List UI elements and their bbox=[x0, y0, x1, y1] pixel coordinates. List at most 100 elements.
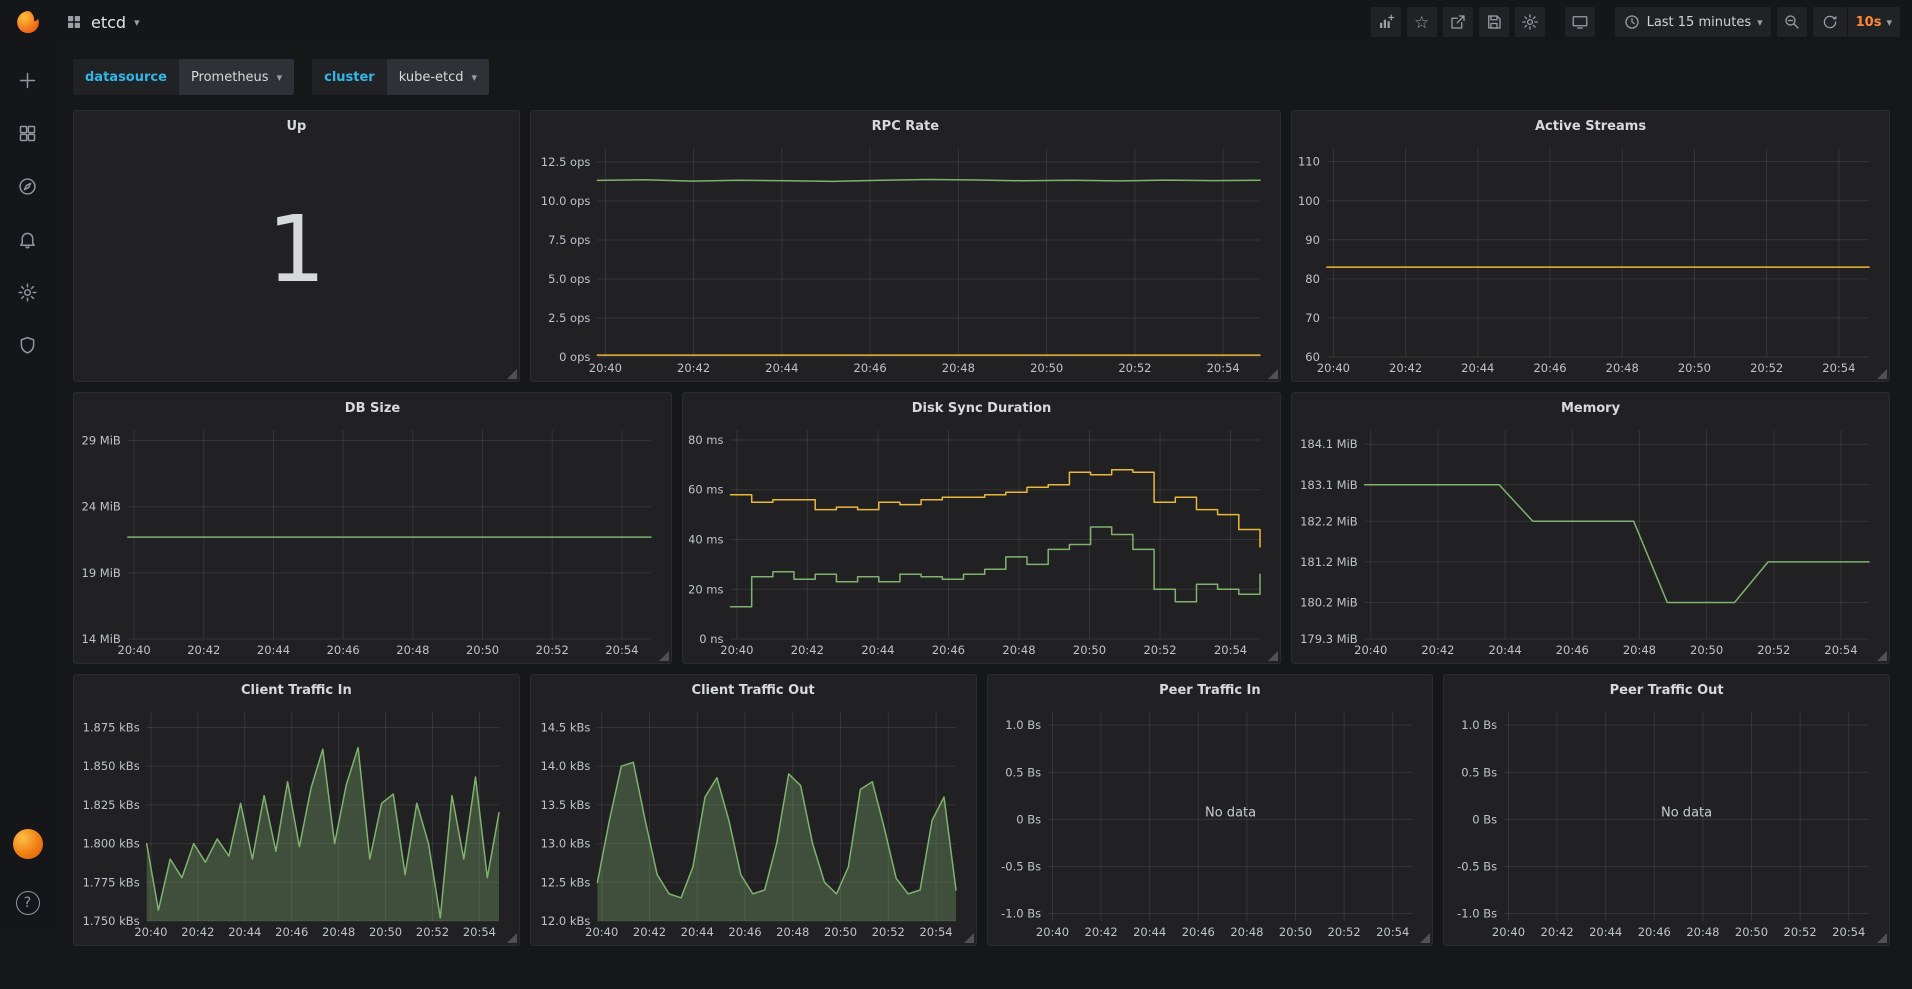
caret-down-icon: ▾ bbox=[472, 72, 478, 83]
star-icon: ☆ bbox=[1414, 14, 1429, 31]
time-picker[interactable]: Last 15 minutes ▾ bbox=[1615, 7, 1771, 37]
variable-value-dropdown[interactable]: Prometheus ▾ bbox=[179, 59, 294, 95]
y-axis-tick-label: 29 MiB bbox=[82, 434, 121, 448]
sidebar-item-alerting[interactable] bbox=[17, 229, 38, 250]
panel-title[interactable]: Peer Traffic In bbox=[988, 675, 1433, 705]
panel: Active Streams 1101009080706020:4020:422… bbox=[1291, 110, 1890, 382]
chart-client-traffic-out[interactable]: 14.5 kBs14.0 kBs13.5 kBs13.0 kBs12.5 kBs… bbox=[537, 705, 970, 941]
user-avatar[interactable] bbox=[13, 829, 43, 859]
settings-icon bbox=[1521, 13, 1539, 31]
y-axis-tick-label: 1.0 Bs bbox=[1462, 718, 1498, 732]
panel-body: 14.5 kBs14.0 kBs13.5 kBs13.0 kBs12.5 kBs… bbox=[537, 705, 970, 941]
star-button[interactable]: ☆ bbox=[1407, 7, 1437, 37]
refresh-button[interactable] bbox=[1813, 7, 1847, 37]
save-button[interactable] bbox=[1479, 7, 1509, 37]
y-axis-tick-label: 70 bbox=[1305, 311, 1320, 325]
chart-peer-traffic-out[interactable]: 1.0 Bs0.5 Bs0 Bs-0.5 Bs-1.0 Bs20:4020:42… bbox=[1450, 705, 1883, 941]
save-icon bbox=[1485, 13, 1503, 31]
y-axis-tick-label: 1.850 kBs bbox=[83, 759, 140, 773]
grafana-logo[interactable] bbox=[0, 0, 55, 44]
refresh-interval-label: 10s bbox=[1856, 15, 1882, 30]
variable-label: cluster bbox=[312, 59, 387, 95]
panel-title[interactable]: Up bbox=[74, 111, 519, 141]
sidebar-item-dashboards[interactable] bbox=[17, 123, 38, 144]
y-axis-tick-label: 13.0 kBs bbox=[540, 837, 590, 851]
y-axis-tick-label: 24 MiB bbox=[82, 500, 121, 514]
x-axis-tick-label: 20:54 bbox=[463, 925, 496, 939]
series-line bbox=[731, 527, 1261, 607]
x-axis-tick-label: 20:40 bbox=[720, 643, 753, 657]
x-axis-tick-label: 20:44 bbox=[228, 925, 261, 939]
x-axis-tick-label: 20:44 bbox=[257, 643, 290, 657]
x-axis-tick-label: 20:48 bbox=[1623, 643, 1656, 657]
panel-title[interactable]: RPC Rate bbox=[531, 111, 1280, 141]
panel-title[interactable]: Memory bbox=[1292, 393, 1889, 423]
panel-title[interactable]: DB Size bbox=[74, 393, 671, 423]
x-axis-tick-label: 20:40 bbox=[585, 925, 618, 939]
zoom-out-icon bbox=[1783, 13, 1801, 31]
x-axis-tick-label: 20:46 bbox=[932, 643, 965, 657]
x-axis-tick-label: 20:44 bbox=[1461, 361, 1494, 375]
x-axis-tick-label: 20:40 bbox=[1492, 925, 1525, 939]
y-axis-tick-label: 110 bbox=[1298, 155, 1320, 169]
sidebar-item-server-admin[interactable] bbox=[17, 335, 38, 356]
y-axis-tick-label: -0.5 Bs bbox=[1457, 859, 1497, 873]
panel-body: 184.1 MiB183.1 MiB182.2 MiB181.2 MiB180.… bbox=[1298, 423, 1883, 659]
y-axis-tick-label: 183.1 MiB bbox=[1300, 478, 1358, 492]
chart-db-size[interactable]: 29 MiB24 MiB19 MiB14 MiB20:4020:4220:442… bbox=[80, 423, 665, 659]
sidebar-item-configuration[interactable] bbox=[17, 282, 38, 303]
help-icon[interactable]: ? bbox=[16, 891, 40, 915]
panel-title[interactable]: Disk Sync Duration bbox=[683, 393, 1280, 423]
chart-peer-traffic-in[interactable]: 1.0 Bs0.5 Bs0 Bs-0.5 Bs-1.0 Bs20:4020:42… bbox=[994, 705, 1427, 941]
add-panel-icon bbox=[1377, 13, 1395, 31]
navbar: etcd ▾ ☆ bbox=[0, 0, 1912, 44]
x-axis-tick-label: 20:52 bbox=[1143, 643, 1176, 657]
x-axis-tick-label: 20:54 bbox=[1376, 925, 1409, 939]
y-axis-tick-label: 19 MiB bbox=[82, 566, 121, 580]
variable-value-dropdown[interactable]: kube-etcd ▾ bbox=[387, 59, 489, 95]
x-axis-tick-label: 20:50 bbox=[1735, 925, 1768, 939]
caret-down-icon: ▾ bbox=[1886, 17, 1892, 28]
x-axis-tick-label: 20:50 bbox=[1690, 643, 1723, 657]
panel-body: 1.0 Bs0.5 Bs0 Bs-0.5 Bs-1.0 Bs20:4020:42… bbox=[1450, 705, 1883, 941]
dashboard-title[interactable]: etcd bbox=[91, 13, 126, 32]
panel-title[interactable]: Client Traffic Out bbox=[531, 675, 976, 705]
dashboard-title-group[interactable]: etcd ▾ bbox=[55, 13, 150, 32]
y-axis-tick-label: 0 Bs bbox=[1016, 812, 1041, 826]
dashboard-settings-button[interactable] bbox=[1515, 7, 1545, 37]
dashboards-icon bbox=[17, 123, 38, 144]
chart-client-traffic-in[interactable]: 1.875 kBs1.850 kBs1.825 kBs1.800 kBs1.77… bbox=[80, 705, 513, 941]
x-axis-tick-label: 20:42 bbox=[633, 925, 666, 939]
x-axis-tick-label: 20:54 bbox=[919, 925, 952, 939]
x-axis-tick-label: 20:52 bbox=[1118, 361, 1151, 375]
sidebar-item-create[interactable] bbox=[17, 70, 38, 91]
zoom-out-button[interactable] bbox=[1777, 7, 1807, 37]
x-axis-tick-label: 20:42 bbox=[187, 643, 220, 657]
x-axis-tick-label: 20:40 bbox=[1035, 925, 1068, 939]
panel-title[interactable]: Active Streams bbox=[1292, 111, 1889, 141]
chart-disk-sync-duration[interactable]: 80 ms60 ms40 ms20 ms0 ns20:4020:4220:442… bbox=[689, 423, 1274, 659]
x-axis-tick-label: 20:52 bbox=[1327, 925, 1360, 939]
x-axis-tick-label: 20:54 bbox=[1214, 643, 1247, 657]
x-axis-tick-label: 20:42 bbox=[1389, 361, 1422, 375]
chart-memory[interactable]: 184.1 MiB183.1 MiB182.2 MiB181.2 MiB180.… bbox=[1298, 423, 1883, 659]
chart-active-streams[interactable]: 1101009080706020:4020:4220:4420:4620:482… bbox=[1298, 141, 1883, 377]
sidebar-item-explore[interactable] bbox=[17, 176, 38, 197]
share-button[interactable] bbox=[1443, 7, 1473, 37]
refresh-interval-dropdown[interactable]: 10s ▾ bbox=[1847, 7, 1900, 37]
x-axis-tick-label: 20:44 bbox=[861, 643, 894, 657]
panel-title[interactable]: Client Traffic In bbox=[74, 675, 519, 705]
x-axis-tick-label: 20:46 bbox=[728, 925, 761, 939]
singlestat-value: 1 bbox=[80, 141, 513, 358]
series-line bbox=[1365, 485, 1869, 603]
y-axis-tick-label: 40 ms bbox=[689, 533, 724, 547]
y-axis-tick-label: 14 MiB bbox=[82, 632, 121, 646]
panel-title[interactable]: Peer Traffic Out bbox=[1444, 675, 1889, 705]
chart-rpc-rate[interactable]: 12.5 ops10.0 ops7.5 ops5.0 ops2.5 ops0 o… bbox=[537, 141, 1274, 377]
dashboard-squares-icon bbox=[65, 13, 83, 31]
y-axis-tick-label: 1.800 kBs bbox=[83, 837, 140, 851]
y-axis-tick-label: 14.0 kBs bbox=[540, 759, 590, 773]
add-panel-button[interactable] bbox=[1371, 7, 1401, 37]
y-axis-tick-label: 0.5 Bs bbox=[1462, 765, 1498, 779]
cycle-view-button[interactable] bbox=[1565, 7, 1595, 37]
